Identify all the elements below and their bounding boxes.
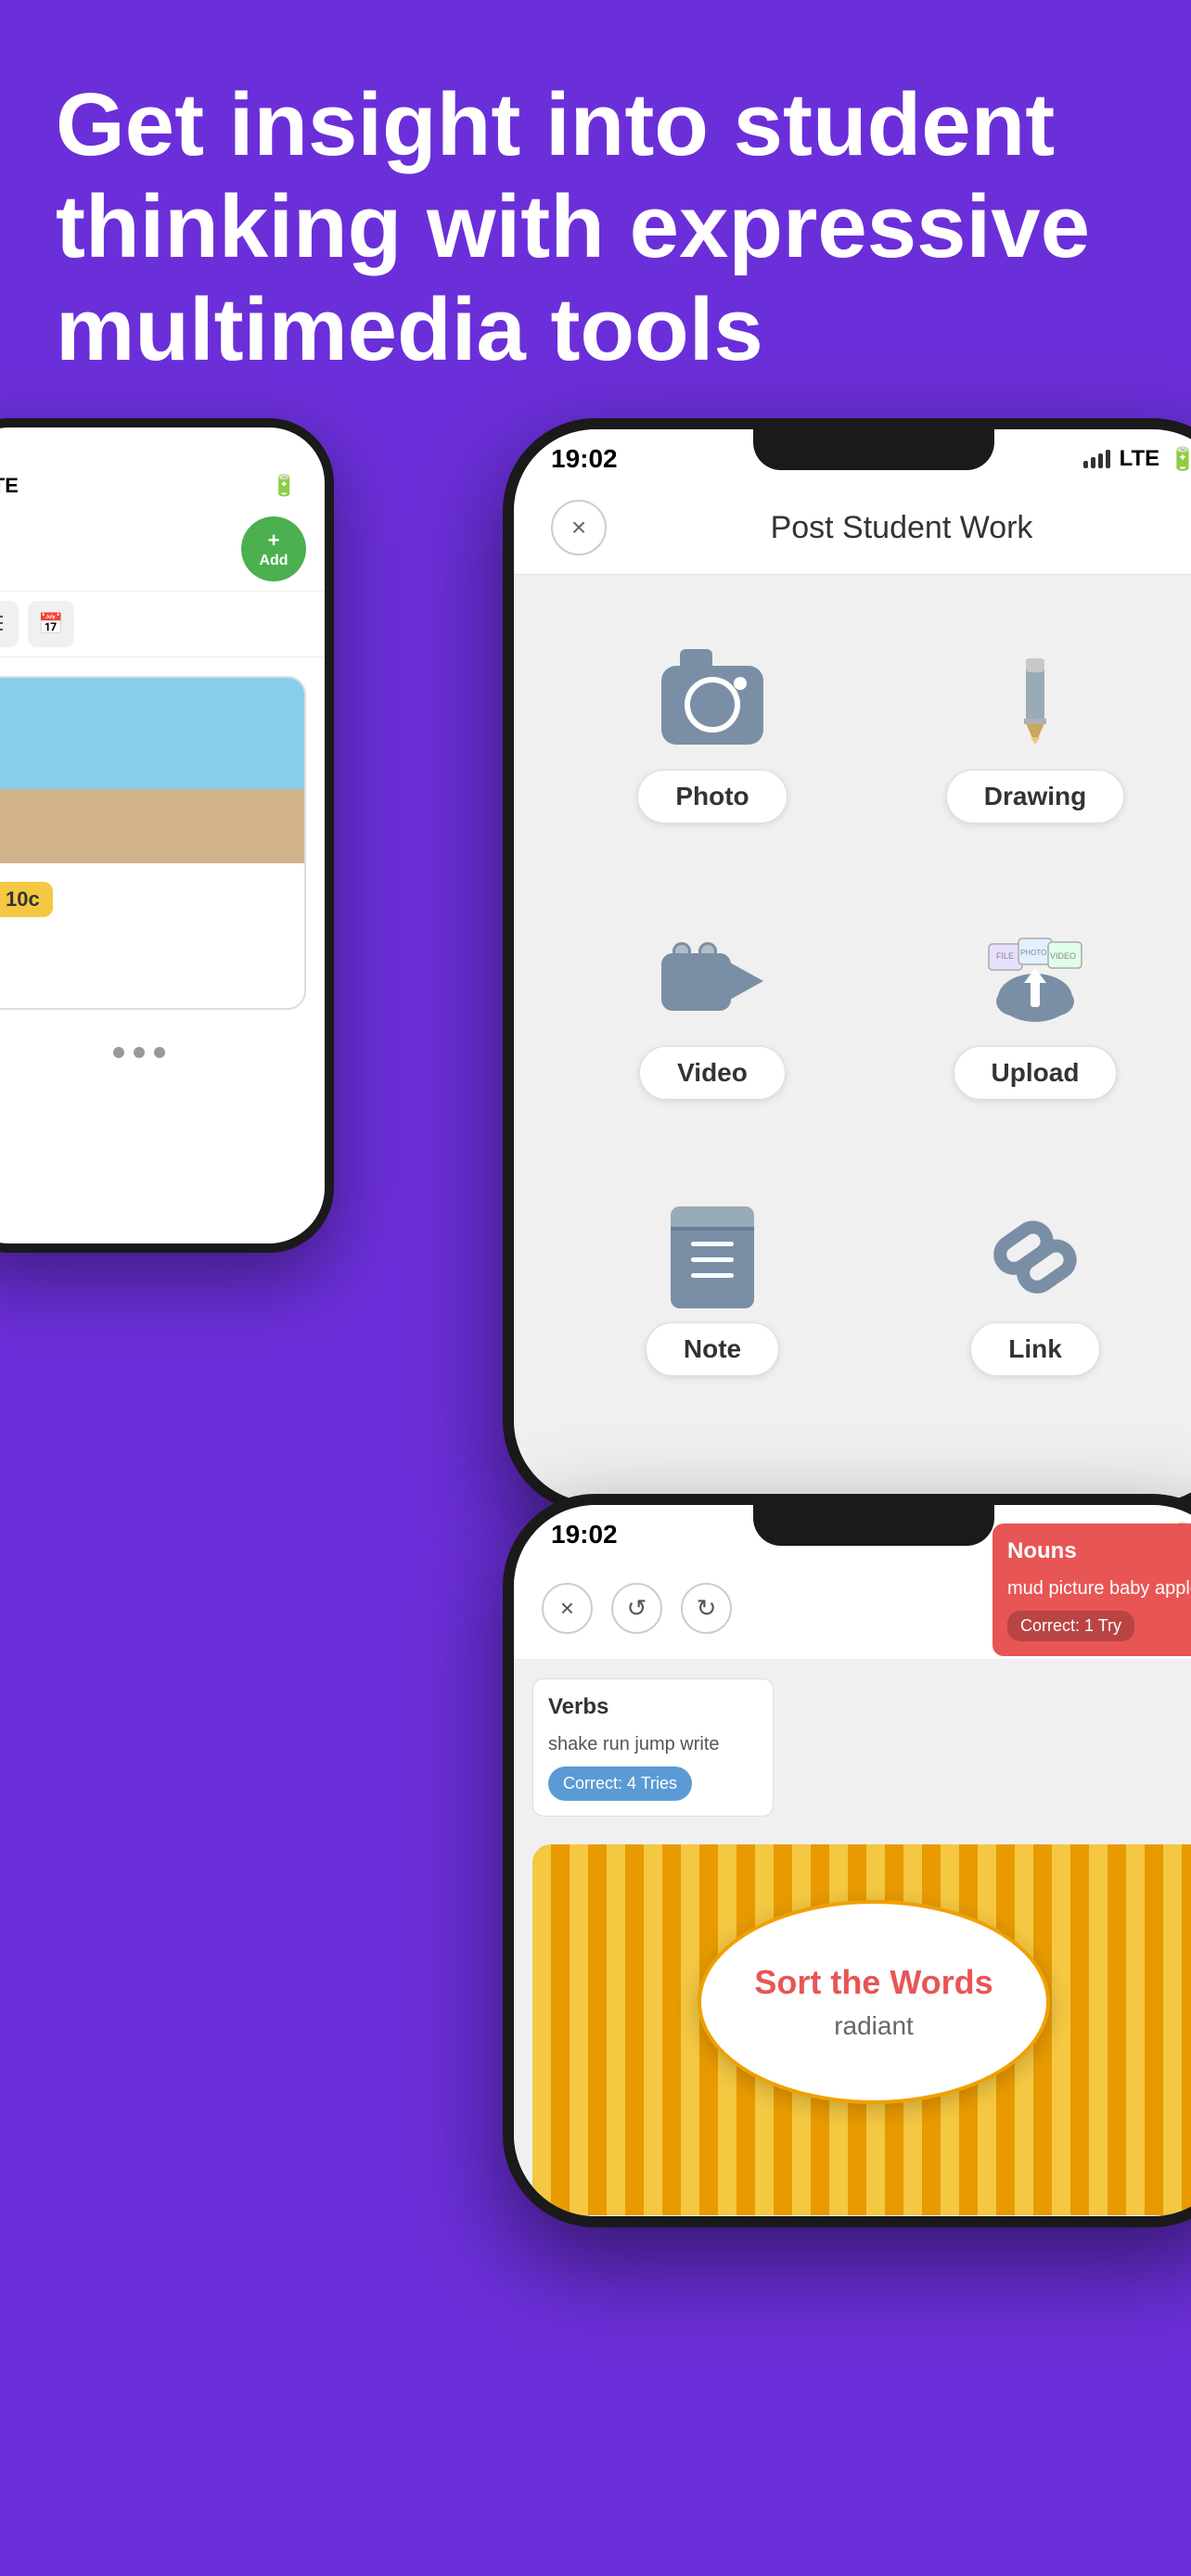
sort-words-content: Verbs shake run jump write Correct: 4 Tr…	[514, 1660, 1191, 2216]
second-close-button[interactable]: ×	[542, 1583, 593, 1634]
phone-header: × Post Student Work	[514, 481, 1191, 575]
card-content: 10c	[0, 863, 304, 936]
note-label: Note	[646, 1322, 779, 1376]
dot-1	[113, 1047, 124, 1058]
nouns-words: mud picture baby apple	[1007, 1574, 1191, 1603]
note-shape	[671, 1206, 754, 1308]
verbs-title: Verbs	[548, 1694, 758, 1720]
link-svg	[984, 1216, 1086, 1299]
drawing-icon	[980, 658, 1091, 751]
close-button[interactable]: ×	[551, 500, 607, 555]
video-shape	[661, 944, 763, 1018]
left-status-bar: LTE 🔋	[0, 427, 325, 507]
media-options-grid: Photo Drawing	[514, 575, 1191, 1502]
status-time: 19:02	[551, 444, 618, 474]
drawing-label: Drawing	[946, 770, 1124, 823]
upload-icon: FILE PHOTO VIDEO	[980, 935, 1091, 1027]
add-button[interactable]: + Add	[241, 516, 306, 581]
sort-oval-container: Sort the Words radiant	[532, 1844, 1191, 2104]
left-toolbar: + Add	[0, 507, 325, 592]
video-label: Video	[639, 1046, 786, 1100]
media-item-video[interactable]: Video	[570, 888, 855, 1128]
photo-icon	[657, 658, 768, 751]
left-battery: 🔋	[272, 474, 297, 498]
photo-label: Photo	[637, 770, 787, 823]
media-item-note[interactable]: Note	[570, 1165, 855, 1404]
lte-label: LTE	[1120, 446, 1160, 472]
video-triangle	[730, 963, 763, 1000]
svg-text:PHOTO: PHOTO	[1020, 949, 1046, 957]
nouns-title: Nouns	[1007, 1538, 1191, 1564]
hero-section: Get insight into student thinking with e…	[0, 0, 1191, 418]
card-image	[0, 678, 304, 863]
second-notch	[753, 1505, 994, 1546]
correct-verbs-badge: Correct: 4 Tries	[548, 1766, 692, 1801]
media-item-drawing[interactable]: Drawing	[892, 612, 1178, 851]
phone-second: 19:02 LTE 🔋 × ↺ ↻ ▾ ✓	[503, 1494, 1191, 2227]
pagination-dots	[0, 1028, 325, 1077]
second-status-time: 19:02	[551, 1520, 618, 1549]
media-item-link[interactable]: Link	[892, 1165, 1178, 1404]
calendar-icon[interactable]: 📅	[28, 601, 74, 647]
camera-shape	[661, 666, 763, 745]
sort-oval: Sort the Words radiant	[698, 1900, 1050, 2104]
price-badge: 10c	[0, 882, 53, 917]
header-title: Post Student Work	[607, 510, 1191, 546]
content-card: 10c	[0, 676, 306, 1010]
camera-dot	[734, 677, 747, 690]
video-body	[661, 953, 731, 1011]
media-grid: Photo Drawing	[570, 612, 1178, 1404]
list-icon[interactable]: ☰	[0, 601, 19, 647]
video-icon	[657, 935, 768, 1027]
redo-button[interactable]: ↻	[681, 1583, 732, 1634]
link-icon	[980, 1211, 1091, 1304]
note-icon	[657, 1211, 768, 1304]
media-item-upload[interactable]: FILE PHOTO VIDEO Upload	[892, 888, 1178, 1128]
pencil-svg	[998, 654, 1072, 756]
phone-left: LTE 🔋 + Add ☰ 📅 10c	[0, 418, 334, 1253]
battery-icon: 🔋	[1169, 446, 1191, 473]
upload-svg: FILE PHOTO VIDEO	[980, 935, 1091, 1027]
hero-title: Get insight into student thinking with e…	[56, 74, 1135, 381]
undo-button[interactable]: ↺	[611, 1583, 662, 1634]
upload-label: Upload	[954, 1046, 1118, 1100]
sort-word: radiant	[834, 2011, 914, 2041]
phone-notch	[753, 429, 994, 470]
left-signal: LTE	[0, 474, 19, 498]
signal-icon	[1083, 450, 1110, 468]
link-label: Link	[970, 1322, 1100, 1376]
nouns-box: Nouns mud picture baby apple Correct: 1 …	[992, 1524, 1191, 1656]
comic-area: Sort the Words radiant	[532, 1844, 1191, 2215]
svg-text:VIDEO: VIDEO	[1050, 951, 1076, 961]
dot-2	[134, 1047, 145, 1058]
verbs-words: shake run jump write	[548, 1729, 758, 1759]
phone-main: 19:02 LTE 🔋 × Post Student Work	[503, 418, 1191, 1513]
svg-text:FILE: FILE	[996, 951, 1014, 961]
nouns-correct-badge: Correct: 1 Try	[1007, 1611, 1134, 1641]
sort-title: Sort the Words	[754, 1963, 992, 2002]
media-item-photo[interactable]: Photo	[570, 612, 855, 851]
verbs-box: Verbs shake run jump write Correct: 4 Tr…	[532, 1678, 774, 1817]
dot-3	[154, 1047, 165, 1058]
